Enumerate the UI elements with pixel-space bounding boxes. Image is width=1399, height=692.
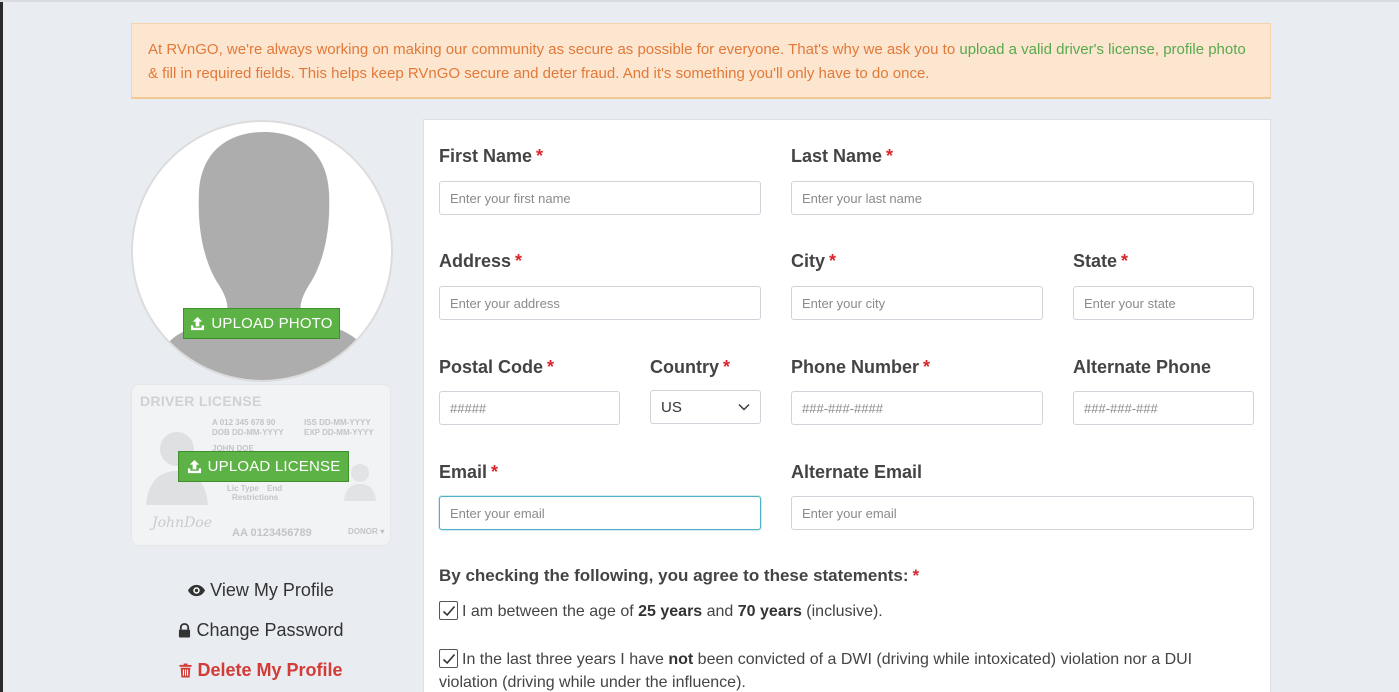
state-label: State * xyxy=(1073,251,1129,271)
city-input[interactable] xyxy=(791,286,1043,320)
age-text-3: (inclusive). xyxy=(801,603,883,620)
alternate-email-label: Alternate Email xyxy=(791,462,923,482)
license-signature: JohnDoe xyxy=(152,515,213,531)
license-id-line: A 012 345 678 90 xyxy=(212,418,276,427)
dwi-agreement-checkbox[interactable] xyxy=(439,649,458,668)
upload-license-button[interactable]: UPLOAD LICENSE xyxy=(178,451,349,482)
upload-photo-button[interactable]: UPLOAD PHOTO xyxy=(183,308,340,339)
agreements-heading: By checking the following, you agree to … xyxy=(439,566,920,585)
view-profile-label: View My Profile xyxy=(210,580,334,600)
phone-label: Phone Number * xyxy=(791,357,931,377)
checkmark-icon xyxy=(442,605,456,617)
alternate-phone-label: Alternate Phone xyxy=(1073,357,1212,377)
delete-profile-label: Delete My Profile xyxy=(197,660,343,680)
postal-code-label: Postal Code * xyxy=(439,357,555,377)
address-input[interactable] xyxy=(439,286,761,320)
chevron-down-icon xyxy=(738,404,750,411)
last-name-label: Last Name * xyxy=(791,146,894,166)
license-iss: ISS DD-MM-YYYY xyxy=(304,418,371,427)
email-input[interactable] xyxy=(439,496,761,530)
upload-icon xyxy=(191,316,205,331)
dwi-agreement-row: In the last three years I have not been … xyxy=(439,648,1239,692)
license-restrictions: Restrictions xyxy=(232,493,279,502)
alternate-phone-input[interactable] xyxy=(1073,391,1254,425)
first-name-input[interactable] xyxy=(439,181,761,215)
change-password-link[interactable]: Change Password xyxy=(131,620,391,641)
person-silhouette-icon xyxy=(151,132,377,380)
view-profile-link[interactable]: View My Profile xyxy=(131,580,391,601)
postal-code-input[interactable] xyxy=(439,391,620,425)
security-notice: At RVnGO, we're always working on making… xyxy=(131,23,1271,99)
profile-photo-link[interactable]: profile photo xyxy=(1163,41,1246,58)
lock-icon xyxy=(179,623,191,638)
age-agreement-row: I am between the age of 25 years and 70 … xyxy=(439,600,883,623)
upload-photo-label: UPLOAD PHOTO xyxy=(211,315,333,332)
checkmark-icon xyxy=(442,653,456,665)
license-dob: DOB DD-MM-YYYY xyxy=(212,428,284,437)
phone-input[interactable] xyxy=(791,391,1043,425)
notice-text-3: & fill in required fields. This helps ke… xyxy=(148,65,930,82)
window-left-edge xyxy=(0,0,3,692)
license-end: End xyxy=(267,484,283,493)
alternate-email-input[interactable] xyxy=(791,496,1254,530)
age-min: 25 years xyxy=(638,603,703,620)
email-label: Email * xyxy=(439,462,499,482)
trash-icon xyxy=(179,663,193,678)
last-name-input[interactable] xyxy=(791,181,1254,215)
first-name-label: First Name * xyxy=(439,146,544,166)
age-text-1: I am between the age of xyxy=(462,603,639,620)
upload-license-link[interactable]: upload a valid driver's license xyxy=(959,41,1154,58)
address-label: Address * xyxy=(439,251,523,271)
license-number: AA 0123456789 xyxy=(232,527,312,539)
upload-license-label: UPLOAD LICENSE xyxy=(207,458,341,475)
city-label: City * xyxy=(791,251,837,271)
country-selected-value: US xyxy=(661,398,682,416)
age-text-2: and xyxy=(702,603,738,620)
delete-profile-link[interactable]: Delete My Profile xyxy=(131,660,391,681)
dwi-text-1: In the last three years I have xyxy=(462,651,669,668)
profile-photo-placeholder xyxy=(131,120,393,382)
notice-text-1: At RVnGO, we're always working on making… xyxy=(148,41,960,58)
dwi-not: not xyxy=(668,651,694,668)
license-lic-type: Lic Type xyxy=(227,484,259,493)
state-input[interactable] xyxy=(1073,286,1254,320)
license-donor: DONOR ♥ xyxy=(348,527,385,536)
license-title: DRIVER LICENSE xyxy=(140,393,262,409)
notice-text-2: , xyxy=(1154,41,1160,58)
upload-icon xyxy=(187,459,201,474)
age-agreement-checkbox[interactable] xyxy=(439,601,458,620)
change-password-label: Change Password xyxy=(196,620,344,640)
window-top-edge xyxy=(0,0,1399,2)
age-max: 70 years xyxy=(737,603,802,620)
eye-icon xyxy=(188,584,206,597)
license-exp: EXP DD-MM-YYYY xyxy=(304,428,374,437)
country-label: Country * xyxy=(650,357,731,377)
country-select[interactable]: US xyxy=(650,390,761,424)
